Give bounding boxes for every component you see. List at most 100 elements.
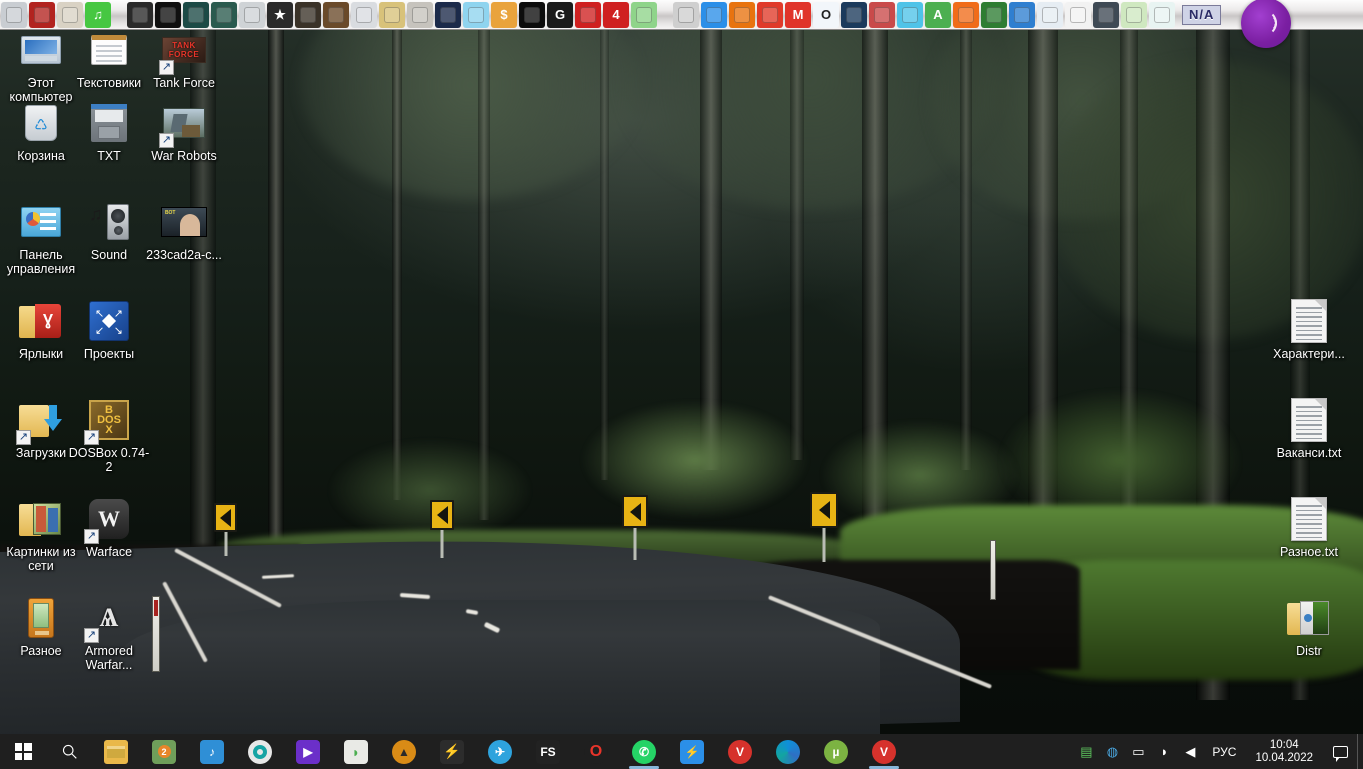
taskbar-maps-app[interactable]: 2: [140, 734, 188, 769]
money-cash-icon[interactable]: [631, 1, 657, 28]
blue-chevron-two-icon[interactable]: [463, 1, 489, 28]
action-center-button[interactable]: [1323, 734, 1357, 769]
desktop-icon-glyph: [1285, 297, 1333, 345]
cp99-red-icon[interactable]: [575, 1, 601, 28]
ccleaner-icon[interactable]: [757, 1, 783, 28]
music-note-green-icon[interactable]: ♫: [85, 1, 111, 28]
desktop-gadget-toolbar[interactable]: ♫ ★ $ G 4 M O A N/A: [0, 0, 1363, 48]
red-dagger-icon[interactable]: [127, 1, 153, 28]
desktop-icon-armored-warfare-game[interactable]: Ѧ ↗ Armored Warfar...: [68, 594, 150, 672]
red-circle-one-icon[interactable]: [29, 1, 55, 28]
desktop-icon-floppy-disk[interactable]: TXT: [68, 99, 150, 164]
desktop-icon-tank-force-game[interactable]: TANK FORCE ↗ Tank Force: [143, 26, 225, 91]
black-emblem-icon[interactable]: [519, 1, 545, 28]
teal-signal-icon[interactable]: [1149, 1, 1175, 28]
start-button[interactable]: [0, 734, 46, 769]
desktop-icon-image-thumbnail[interactable]: ВОТ 233cad2a-c...: [143, 198, 225, 263]
desktop-icon-dosbox[interactable]: B DOS X ↗ DOSBox 0.74-2: [68, 396, 150, 474]
windows-taskbar[interactable]: 2 ♪ ▶ ◗ ▲ ⚡ ✈ FS O ✆ ⚡ Vµ V ▤ ◍ ▭ ◗ ◀ РУС 10:04 10.04.20…: [0, 734, 1363, 769]
wifi-tray-icon[interactable]: ◗: [1151, 734, 1177, 769]
red-star-icon[interactable]: ★: [267, 1, 293, 28]
mail-m-icon[interactable]: M: [785, 1, 811, 28]
notification-bubble-icon: [1332, 745, 1348, 762]
taskbar-media-player-app[interactable]: ▶: [284, 734, 332, 769]
taskbar-winamp-app[interactable]: ⚡: [428, 734, 476, 769]
soldier-game-icon[interactable]: [295, 1, 321, 28]
dollar-diamond-icon[interactable]: $: [491, 1, 517, 28]
taskbar-wifi-green-app[interactable]: ◗: [332, 734, 380, 769]
green-chip-icon[interactable]: [981, 1, 1007, 28]
desktop-icon-war-robots-game[interactable]: ↗ War Robots: [143, 99, 225, 164]
taskbar-fs-app[interactable]: FS: [524, 734, 572, 769]
gens-emulator-icon[interactable]: G: [547, 1, 573, 28]
clone-trooper-icon[interactable]: [407, 1, 433, 28]
taskbar-music-editor-app[interactable]: ♪: [188, 734, 236, 769]
taskbar-file-explorer[interactable]: [92, 734, 140, 769]
taskbar-utorrent-app[interactable]: µ: [812, 734, 860, 769]
desktop-icon-warface-game[interactable]: W ↗ Warface: [68, 495, 150, 560]
taskbar-vivaldi-window-app[interactable]: V: [860, 734, 908, 769]
first-aid-kit-icon[interactable]: [1121, 1, 1147, 28]
desktop-icon-text-file[interactable]: Ваканси.txt: [1268, 396, 1350, 461]
desktop-icon-projects-blue[interactable]: ↖ ↗ ↙ ↘ Проекты: [68, 297, 150, 362]
desktop-icon-text-file[interactable]: Характери...: [1268, 297, 1350, 362]
crossed-circle-icon[interactable]: [155, 1, 181, 28]
taskbar-idm-lightning-app[interactable]: ⚡: [668, 734, 716, 769]
battery-tray-icon[interactable]: ▭: [1125, 734, 1151, 769]
shield-crest-gold-icon[interactable]: [379, 1, 405, 28]
desktop-icon-label: War Robots: [151, 149, 217, 163]
pixel-art-game-icon-art: [328, 6, 344, 23]
tor-browser-icon[interactable]: [1241, 0, 1291, 48]
taskbar-aimp-player-app[interactable]: ▲: [380, 734, 428, 769]
taskbar-teal-circle-app[interactable]: [236, 734, 284, 769]
search-button[interactable]: [46, 734, 92, 769]
dollar-diamond-icon-glyph: $: [500, 7, 508, 22]
green-a-icon[interactable]: A: [925, 1, 951, 28]
road-chevron-sign: [810, 492, 838, 562]
roadside-marker-post: [990, 540, 996, 600]
taskbar-vivaldi-app[interactable]: V: [716, 734, 764, 769]
toolbox-icon[interactable]: [1093, 1, 1119, 28]
show-desktop-button[interactable]: [1357, 734, 1363, 769]
stopwatch-timer-icon[interactable]: [897, 1, 923, 28]
road-chevron-sign: [214, 503, 237, 556]
water-drop-tray-icon[interactable]: ◍: [1099, 734, 1125, 769]
internet-download-manager-icon[interactable]: [701, 1, 727, 28]
steam-icon[interactable]: [841, 1, 867, 28]
vivaldi-app-icon: V: [728, 739, 752, 764]
language-indicator[interactable]: РУС: [1203, 745, 1245, 759]
keepass-icon[interactable]: [729, 1, 755, 28]
green-chip-tray-icon[interactable]: ▤: [1073, 734, 1099, 769]
desktop-icon-sound-speaker[interactable]: ♫ Sound: [68, 198, 150, 263]
opera-o-icon[interactable]: O: [813, 1, 839, 28]
blue-mech-icon[interactable]: [435, 1, 461, 28]
world-of-warships-icon[interactable]: [183, 1, 209, 28]
pixel-art-game-icon[interactable]: [323, 1, 349, 28]
blue-wrench-icon[interactable]: [1009, 1, 1035, 28]
desktop-icon-glyph: W ↗: [84, 495, 133, 544]
avatar-red-icon[interactable]: [869, 1, 895, 28]
desktop-icon-text-file[interactable]: Разное.txt: [1268, 495, 1350, 560]
taskbar-opera-app[interactable]: O: [572, 734, 620, 769]
white-wings-icon[interactable]: [239, 1, 265, 28]
shield-defender-icon[interactable]: [1037, 1, 1063, 28]
wallpaper-tree-trunk: [392, 0, 402, 500]
speaker-volume-icon[interactable]: [1, 1, 27, 28]
taskbar-whatsapp-app[interactable]: ✆: [620, 734, 668, 769]
orange-reload-icon[interactable]: [953, 1, 979, 28]
shortcut-overlay-icon: ↗: [16, 430, 31, 445]
clock[interactable]: 10:04 10.04.2022: [1245, 739, 1323, 765]
taskbar-microsoft-edge-app[interactable]: [764, 734, 812, 769]
desktop-icon-folder-notepad[interactable]: Текстовики: [68, 26, 150, 91]
console-retro-icon[interactable]: [673, 1, 699, 28]
compass-fifteen-icon[interactable]: [57, 1, 83, 28]
desktop-icon-folder-distr[interactable]: Distr: [1268, 594, 1350, 659]
red-four-icon[interactable]: 4: [603, 1, 629, 28]
magic-wand-icon[interactable]: [1065, 1, 1091, 28]
world-of-warships-blitz-icon[interactable]: [211, 1, 237, 28]
shield-crest-red-icon[interactable]: [351, 1, 377, 28]
desktop-icon-glyph: TANK FORCE ↗: [159, 26, 208, 75]
desktop-icon-glyph: ↖ ↗ ↙ ↘: [85, 297, 133, 345]
volume-tray-icon[interactable]: ◀: [1177, 734, 1203, 769]
taskbar-telegram-app[interactable]: ✈: [476, 734, 524, 769]
